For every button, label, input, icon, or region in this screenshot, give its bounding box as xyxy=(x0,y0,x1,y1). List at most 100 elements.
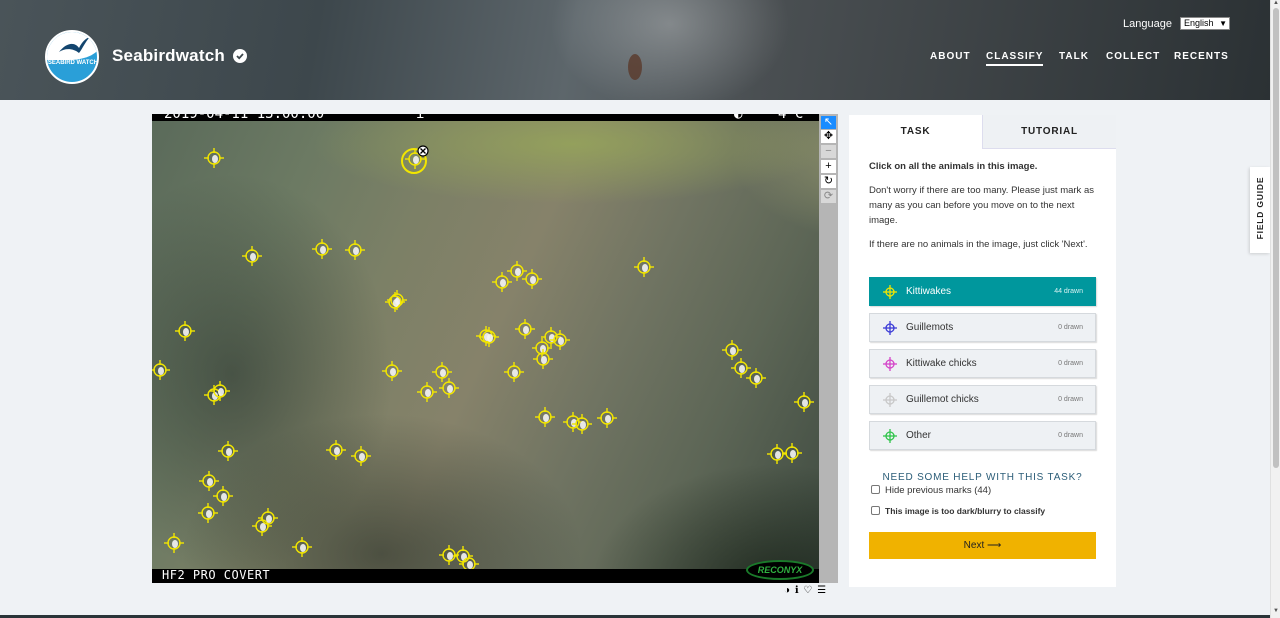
kittiwake-mark[interactable] xyxy=(767,444,787,464)
scroll-down-icon[interactable]: ▼ xyxy=(1273,608,1279,614)
page-scrollbar[interactable]: ▲ ▼ xyxy=(1270,0,1280,618)
subject-meta-icons[interactable]: ◑ ℹ ♡ ☰ xyxy=(784,585,827,596)
task-option-count: 0 drawn xyxy=(1058,396,1083,403)
task-help-text-2: If there are no animals in the image, ju… xyxy=(869,239,1088,250)
reset-icon[interactable]: ⟳ xyxy=(821,190,836,203)
field-guide-tab[interactable]: FIELD GUIDE xyxy=(1250,167,1270,253)
nav-recents[interactable]: RECENTS xyxy=(1174,51,1229,62)
language-label: Language xyxy=(1123,18,1172,30)
kittiwake-mark[interactable] xyxy=(292,537,312,557)
task-option-count: 0 drawn xyxy=(1058,360,1083,367)
kittiwake-mark[interactable] xyxy=(204,148,224,168)
logo-text: SEABIRD WATCH xyxy=(47,60,99,66)
kittiwake-mark[interactable] xyxy=(351,446,371,466)
hide-marks-checkbox[interactable]: Hide previous marks (44) xyxy=(871,485,991,496)
next-button[interactable]: Next ⟶ xyxy=(869,532,1096,559)
kittiwake-mark[interactable] xyxy=(533,349,553,369)
project-title[interactable]: Seabirdwatch xyxy=(112,46,225,66)
task-option-count: 0 drawn xyxy=(1058,324,1083,331)
nav-about[interactable]: ABOUT xyxy=(930,51,971,62)
task-option-count: 44 drawn xyxy=(1054,288,1083,295)
language-select[interactable]: English ▼ xyxy=(1180,17,1230,30)
kittiwake-mark[interactable] xyxy=(175,321,195,341)
kittiwake-mark[interactable] xyxy=(164,533,184,553)
kittiwake-mark[interactable] xyxy=(152,360,170,380)
rotate-icon[interactable]: ↻ xyxy=(821,175,836,188)
kittiwake-mark[interactable] xyxy=(532,338,552,358)
pointer-tool-icon[interactable]: ↖ xyxy=(821,116,836,129)
too-dark-checkbox[interactable]: This image is too dark/blurry to classif… xyxy=(871,506,1045,516)
scrollbar-thumb[interactable] xyxy=(1273,8,1279,468)
project-header: SEABIRD WATCH Seabirdwatch Language Engl… xyxy=(0,0,1270,100)
task-option-kittiwake-chicks[interactable]: Kittiwake chicks 0 drawn xyxy=(869,349,1096,378)
checkbox-box[interactable] xyxy=(871,485,880,494)
kittiwake-mark[interactable] xyxy=(782,443,802,463)
task-option-guillemots[interactable]: Guillemots 0 drawn xyxy=(869,313,1096,342)
crosshair-icon xyxy=(883,429,897,443)
field-guide-label: FIELD GUIDE xyxy=(1255,176,1265,240)
verified-badge-icon xyxy=(233,49,247,63)
chevron-down-icon: ▼ xyxy=(1219,19,1227,28)
nav-classify[interactable]: CLASSIFY xyxy=(986,51,1044,66)
kittiwake-mark[interactable] xyxy=(515,319,535,339)
camera-model: HF2 PRO COVERT xyxy=(162,568,271,582)
kittiwake-mark[interactable] xyxy=(242,246,262,266)
task-question: Click on all the animals in this image. xyxy=(869,161,1038,172)
task-option-count: 0 drawn xyxy=(1058,432,1083,439)
kittiwake-mark[interactable] xyxy=(492,272,512,292)
kittiwake-mark[interactable] xyxy=(541,327,561,347)
kittiwake-mark[interactable] xyxy=(522,269,542,289)
kittiwake-mark[interactable] xyxy=(439,545,459,565)
task-option-other[interactable]: Other 0 drawn xyxy=(869,421,1096,450)
task-option-guillemot-chicks[interactable]: Guillemot chicks 0 drawn xyxy=(869,385,1096,414)
kittiwake-mark[interactable] xyxy=(504,362,524,382)
kittiwake-mark[interactable] xyxy=(312,239,332,259)
kittiwake-mark[interactable] xyxy=(213,486,233,506)
kittiwake-mark[interactable] xyxy=(345,240,365,260)
kittiwake-mark[interactable] xyxy=(385,292,405,312)
subject-image[interactable]: 2019-04-11 13:00:00 ı ◐ 4°C HF2 PRO COVE… xyxy=(152,114,819,583)
zoom-out-icon[interactable]: − xyxy=(821,145,836,158)
kittiwake-mark[interactable] xyxy=(198,503,218,523)
image-toolbar: ↖ ✥ − + ↻ ⟳ xyxy=(819,114,838,583)
nav-talk[interactable]: TALK xyxy=(1059,51,1089,62)
project-logo[interactable]: SEABIRD WATCH xyxy=(45,30,99,84)
kittiwake-mark[interactable] xyxy=(417,382,437,402)
crosshair-icon xyxy=(883,321,897,335)
kittiwake-mark[interactable] xyxy=(746,368,766,388)
kittiwake-mark[interactable] xyxy=(550,330,570,350)
kittiwake-mark[interactable] xyxy=(597,408,617,428)
kittiwake-mark[interactable] xyxy=(326,440,346,460)
task-option-label: Other xyxy=(906,430,932,441)
nav-collect[interactable]: COLLECT xyxy=(1106,51,1160,62)
crosshair-icon xyxy=(883,393,897,407)
annotation-marks-layer[interactable] xyxy=(152,114,819,583)
kittiwake-mark[interactable] xyxy=(535,407,555,427)
kittiwake-mark[interactable] xyxy=(507,261,527,281)
tab-task[interactable]: TASK xyxy=(849,115,982,149)
kittiwake-mark[interactable] xyxy=(382,361,402,381)
too-dark-label: This image is too dark/blurry to classif… xyxy=(885,506,1046,516)
bird-logo-icon xyxy=(59,37,90,53)
delete-mark-icon[interactable] xyxy=(417,145,429,157)
kittiwake-mark[interactable] xyxy=(794,392,814,412)
kittiwake-mark[interactable] xyxy=(218,441,238,461)
task-panel: TASK TUTORIAL Click on all the animals i… xyxy=(849,115,1116,587)
camera-brand-logo: RECONYX xyxy=(746,560,814,580)
pan-tool-icon[interactable]: ✥ xyxy=(821,130,836,143)
kittiwake-mark[interactable] xyxy=(479,327,499,347)
kittiwake-mark[interactable] xyxy=(476,326,496,346)
tab-tutorial[interactable]: TUTORIAL xyxy=(982,115,1116,149)
kittiwake-mark[interactable] xyxy=(731,358,751,378)
task-option-label: Kittiwakes xyxy=(906,286,952,297)
kittiwake-mark[interactable] xyxy=(722,340,742,360)
checkbox-box[interactable] xyxy=(871,506,880,515)
scroll-up-icon[interactable]: ▲ xyxy=(1273,0,1279,6)
crosshair-icon xyxy=(883,285,897,299)
header-background-glow xyxy=(540,0,800,100)
task-help-link[interactable]: NEED SOME HELP WITH THIS TASK? xyxy=(849,472,1116,483)
zoom-in-icon[interactable]: + xyxy=(821,160,836,173)
kittiwake-mark[interactable] xyxy=(199,471,219,491)
task-option-kittiwakes[interactable]: Kittiwakes 44 drawn xyxy=(869,277,1096,306)
kittiwake-mark[interactable] xyxy=(634,257,654,277)
